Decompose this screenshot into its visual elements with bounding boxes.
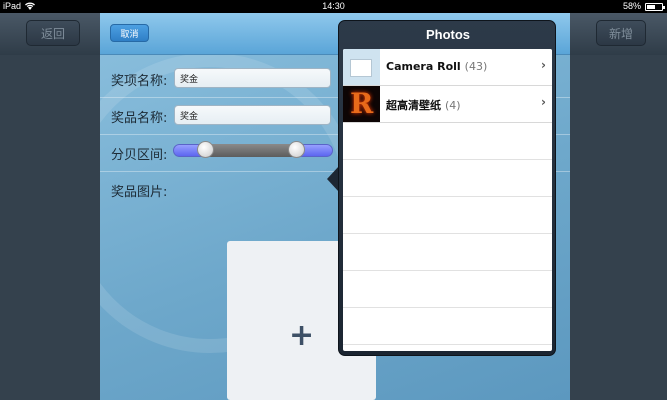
prize-name-input[interactable]: 奖金	[174, 105, 331, 125]
album-list: Camera Roll (43) › R 超高清壁纸 (4) ›	[343, 49, 552, 351]
slider-high-thumb[interactable]	[287, 141, 305, 158]
status-bar: iPad 14:30 58%	[0, 0, 667, 13]
empty-row	[343, 123, 552, 160]
decibel-range-label: 分贝区间:	[111, 148, 168, 163]
battery-percent: 58%	[622, 1, 641, 11]
clock: 14:30	[322, 1, 345, 11]
cancel-button[interactable]: 取消	[110, 24, 149, 42]
prize-name-label: 奖品名称:	[111, 111, 168, 126]
album-count: (4)	[445, 99, 461, 112]
album-name: 超高清壁纸 (4)	[386, 99, 461, 112]
award-name-input[interactable]: 奖金	[174, 68, 331, 88]
album-row-camera-roll[interactable]: Camera Roll (43) ›	[343, 49, 552, 86]
award-name-label: 奖项名称:	[111, 74, 168, 89]
add-button[interactable]: 新增	[596, 20, 646, 46]
empty-row	[343, 197, 552, 234]
slider-selected-range	[205, 144, 297, 157]
empty-row	[343, 234, 552, 271]
battery-icon	[645, 3, 665, 11]
back-button[interactable]: 返回	[26, 20, 80, 46]
album-row-wallpaper[interactable]: R 超高清壁纸 (4) ›	[343, 86, 552, 123]
empty-row	[343, 308, 552, 345]
prize-image-label: 奖品图片:	[111, 185, 168, 200]
empty-row	[343, 160, 552, 197]
slider-low-thumb[interactable]	[196, 141, 214, 158]
wallpaper-thumbnail: R	[343, 86, 380, 122]
chevron-right-icon: ›	[541, 95, 546, 109]
album-name: Camera Roll (43)	[386, 60, 488, 73]
chevron-right-icon: ›	[541, 58, 546, 72]
empty-row	[343, 271, 552, 308]
popover-title: Photos	[425, 27, 471, 42]
plus-icon: +	[289, 318, 315, 353]
camera-roll-thumbnail	[343, 49, 380, 85]
album-count: (43)	[464, 60, 488, 73]
photos-popover: Photos Camera Roll (43) › R 超高清壁纸 (4) ›	[338, 20, 556, 356]
